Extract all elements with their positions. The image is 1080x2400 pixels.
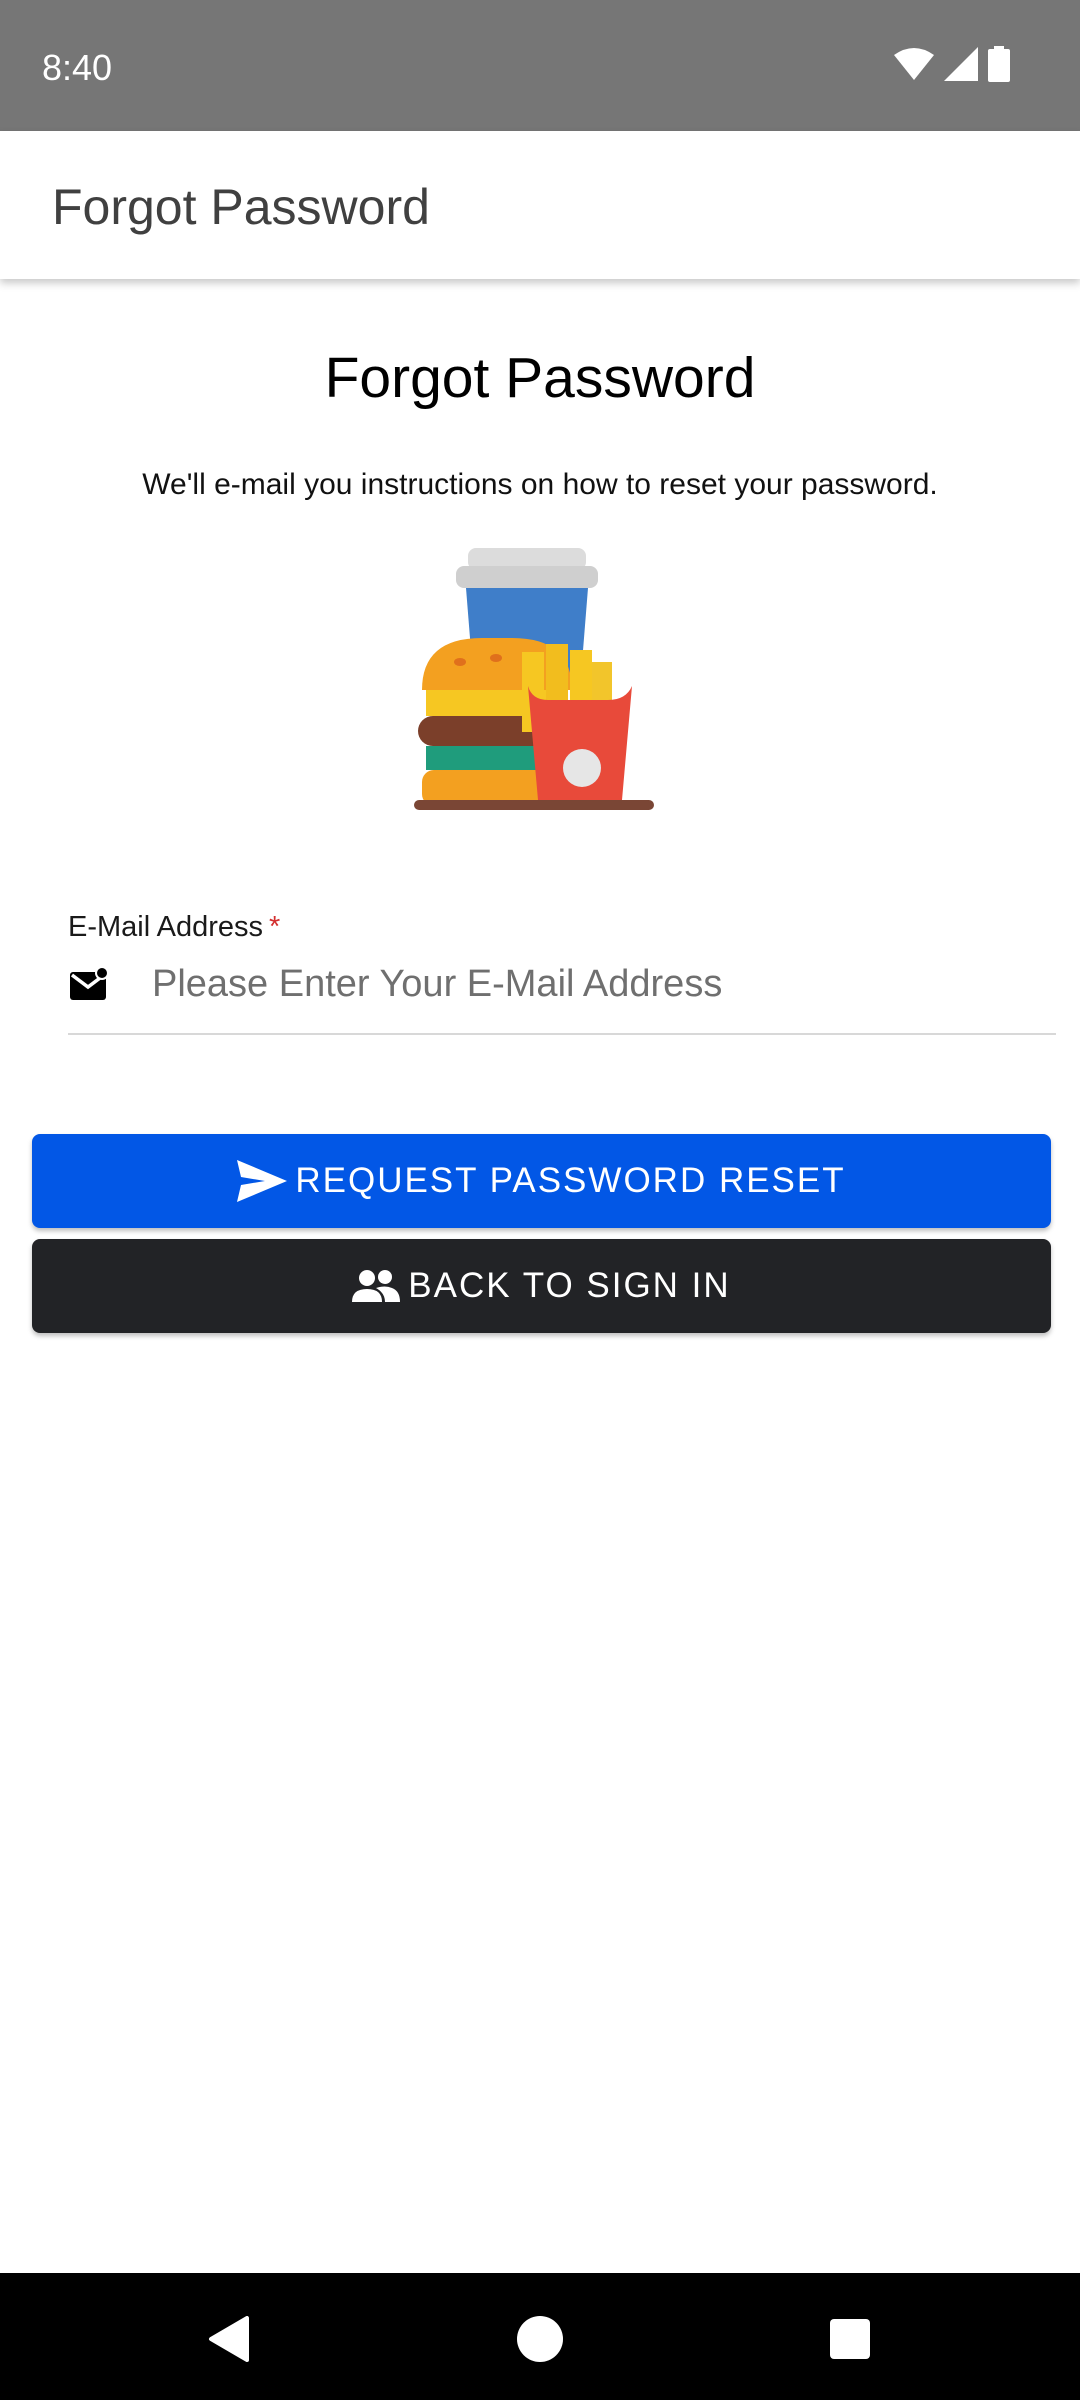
request-password-reset-button[interactable]: REQUEST PASSWORD RESET: [32, 1134, 1051, 1228]
system-navigation-bar: [0, 2273, 1080, 2400]
people-icon: [352, 1268, 401, 1304]
required-marker: *: [269, 911, 281, 943]
page-subtitle: We'll e-mail you instructions on how to …: [142, 468, 938, 501]
status-bar: 8:40: [0, 0, 1080, 131]
forgot-password-screen: 8:40 Forgot Password Forgot Password We'…: [0, 0, 1080, 2400]
app-bar-title: Forgot Password: [52, 179, 430, 235]
wifi-icon: [894, 47, 934, 86]
email-label-text: E-Mail Address: [68, 911, 264, 943]
request-password-reset-label: REQUEST PASSWORD RESET: [295, 1161, 846, 1200]
send-icon: [237, 1160, 288, 1202]
fast-food-illustration: [412, 548, 668, 814]
status-time: 8:40: [42, 47, 113, 88]
page-title: Forgot Password: [324, 346, 756, 410]
email-field-underline: [68, 1033, 1056, 1035]
recents-icon[interactable]: [822, 2311, 878, 2367]
app-bar: Forgot Password: [0, 131, 1080, 279]
status-icons: [894, 45, 1010, 87]
back-to-sign-in-label: BACK TO SIGN IN: [408, 1266, 731, 1305]
home-icon[interactable]: [512, 2311, 568, 2367]
back-icon[interactable]: [200, 2311, 256, 2367]
cellular-signal-icon: [944, 46, 978, 86]
email-field[interactable]: [152, 955, 1052, 1013]
battery-icon: [988, 45, 1010, 87]
email-field-label: E-Mail Address *: [68, 909, 280, 945]
back-to-sign-in-button[interactable]: BACK TO SIGN IN: [32, 1239, 1051, 1333]
mail-icon: [68, 966, 110, 1002]
